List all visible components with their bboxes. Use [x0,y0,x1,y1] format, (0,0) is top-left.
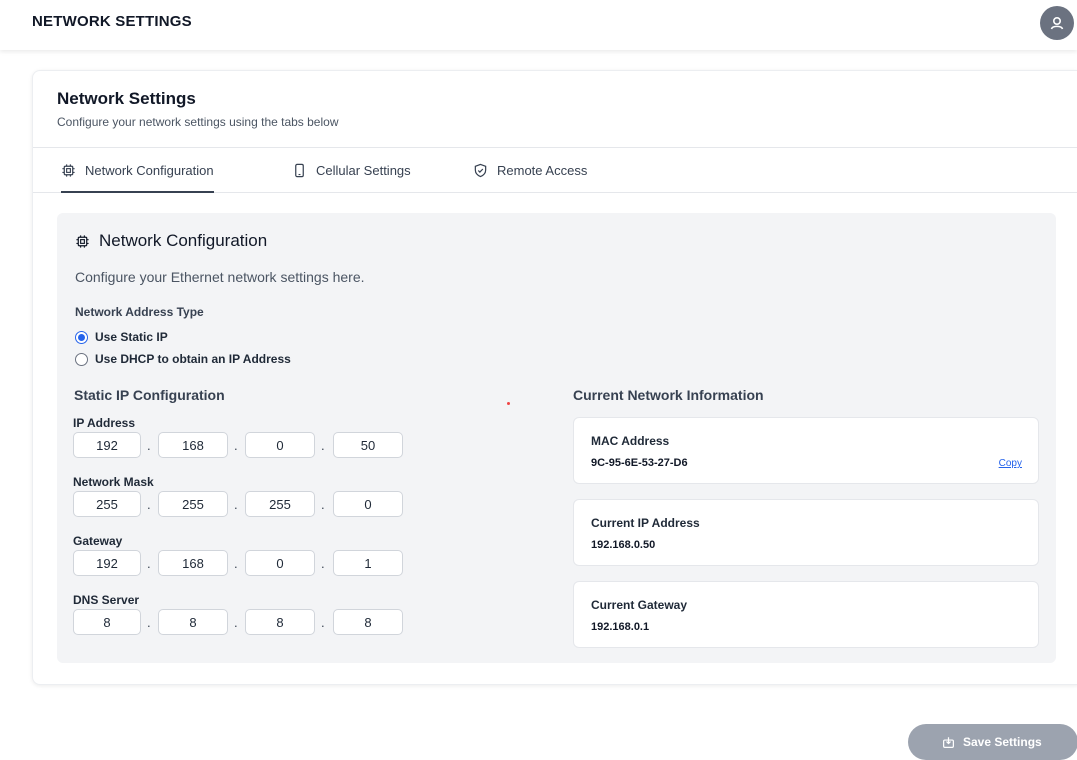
gateway-octet-3[interactable] [245,550,315,576]
copy-mac-link[interactable]: Copy [999,458,1022,469]
octet-separator: . [321,556,325,571]
tab-network-configuration[interactable]: Network Configuration [61,148,214,193]
octet-separator: . [147,615,151,630]
gateway-octet-1[interactable] [73,550,141,576]
tab-cellular-settings[interactable]: Cellular Settings [292,148,411,192]
dns-server-octet-3[interactable] [245,609,315,635]
mac-address-label: MAC Address [591,434,670,448]
dns-server-octet-2[interactable] [158,609,228,635]
chip-icon [62,163,75,177]
octet-separator: . [147,497,151,512]
octet-separator: . [321,615,325,630]
current-gateway-value: 192.168.0.1 [591,621,650,633]
octet-separator: . [147,556,151,571]
settings-card: Network Settings Configure your network … [32,70,1077,685]
octet-separator: . [234,438,238,453]
network-mask-input-group: . . . [73,491,403,517]
radio-dhcp[interactable]: Use DHCP to obtain an IP Address [75,352,291,366]
octet-separator: . [321,497,325,512]
current-info-heading: Current Network Information [573,387,764,403]
current-ip-box: Current IP Address 192.168.0.50 [573,499,1039,566]
address-type-label: Network Address Type [75,305,204,319]
ip-address-octet-4[interactable] [333,432,403,458]
app-title: NETWORK SETTINGS [32,13,192,30]
user-avatar[interactable] [1040,6,1074,40]
current-ip-value: 192.168.0.50 [591,539,656,551]
panel-title-text: Network Configuration [99,231,268,250]
gateway-input-group: . . . [73,550,403,576]
ip-address-input-group: . . . [73,432,403,458]
save-icon [943,736,954,748]
panel-description: Configure your Ethernet network settings… [75,269,365,285]
network-mask-octet-3[interactable] [245,491,315,517]
radio-label: Use DHCP to obtain an IP Address [95,352,291,366]
card-subtitle: Configure your network settings using th… [57,115,339,129]
network-configuration-panel: Network Configuration Configure your Eth… [57,213,1056,663]
network-mask-label: Network Mask [73,475,154,489]
current-gateway-label: Current Gateway [591,598,688,612]
gateway-octet-4[interactable] [333,550,403,576]
gateway-octet-2[interactable] [158,550,228,576]
tab-label: Network Configuration [85,162,214,178]
network-mask-octet-2[interactable] [158,491,228,517]
top-bar: NETWORK SETTINGS [0,0,1077,50]
octet-separator: . [234,615,238,630]
radio-button[interactable] [75,352,88,366]
ip-address-octet-2[interactable] [158,432,228,458]
tab-bar: Network Configuration Cellular Settings … [33,148,1077,193]
ip-address-octet-3[interactable] [245,432,315,458]
mac-address-value: 9C-95-6E-53-27-D6 [591,457,688,469]
dns-server-octet-4[interactable] [333,609,403,635]
gateway-label: Gateway [73,534,123,548]
user-icon [1050,16,1064,30]
chip-icon [76,234,89,248]
radio-label: Use Static IP [95,330,168,344]
network-mask-octet-1[interactable] [73,491,141,517]
shield-icon [474,163,487,177]
octet-separator: . [234,556,238,571]
octet-separator: . [321,438,325,453]
save-settings-button[interactable]: Save Settings [908,724,1077,760]
cursor-marker [507,402,510,405]
ip-address-label: IP Address [73,416,136,430]
tab-label: Remote Access [497,162,588,178]
octet-separator: . [147,438,151,453]
dns-server-input-group: . . . [73,609,403,635]
save-settings-label: Save Settings [963,735,1042,749]
current-gateway-box: Current Gateway 192.168.0.1 [573,581,1039,648]
network-mask-octet-4[interactable] [333,491,403,517]
current-ip-label: Current IP Address [591,516,700,530]
radio-static-ip[interactable]: Use Static IP [75,330,168,344]
radio-button-checked[interactable] [75,330,88,344]
dns-server-label: DNS Server [73,593,140,607]
tab-remote-access[interactable]: Remote Access [473,148,587,192]
ip-address-octet-1[interactable] [73,432,141,458]
mac-address-box: MAC Address 9C-95-6E-53-27-D6 Copy [573,417,1039,484]
tab-label: Cellular Settings [316,162,411,178]
static-ip-heading: Static IP Configuration [74,387,225,403]
octet-separator: . [234,497,238,512]
card-title: Network Settings [57,89,196,108]
phone-icon [295,163,304,177]
dns-server-octet-1[interactable] [73,609,141,635]
panel-title: Network Configuration [75,231,267,251]
